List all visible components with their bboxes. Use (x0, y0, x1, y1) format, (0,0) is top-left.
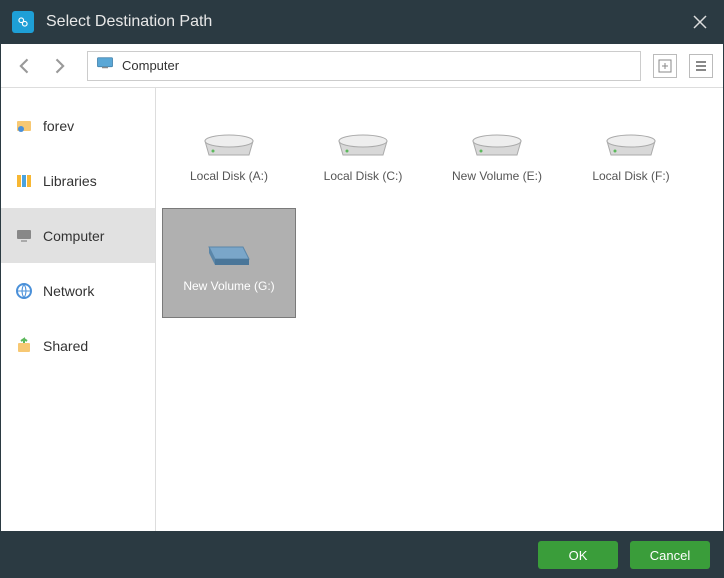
drive-label: Local Disk (A:) (190, 169, 268, 183)
sidebar-item-label: Shared (43, 338, 88, 354)
main-pane: Local Disk (A:) Local Disk (C:) New Volu… (156, 88, 723, 531)
drive-label: New Volume (E:) (452, 169, 542, 183)
drive-label: Local Disk (F:) (592, 169, 669, 183)
path-bar[interactable]: Computer (87, 51, 641, 81)
new-folder-button[interactable] (653, 54, 677, 78)
sidebar-item-label: Network (43, 283, 94, 299)
user-icon (15, 117, 33, 135)
disk-icon (467, 123, 527, 163)
sidebar-item-shared[interactable]: Shared (1, 318, 155, 373)
drive-item-selected[interactable]: New Volume (G:) (162, 208, 296, 318)
sidebar-item-network[interactable]: Network (1, 263, 155, 318)
cancel-button[interactable]: Cancel (630, 541, 710, 569)
footer: OK Cancel (0, 532, 724, 578)
window-title: Select Destination Path (46, 13, 688, 31)
path-text: Computer (122, 58, 179, 73)
sidebar-item-libraries[interactable]: Libraries (1, 153, 155, 208)
forward-button[interactable] (45, 52, 73, 80)
drive-item[interactable]: New Volume (E:) (430, 98, 564, 208)
sidebar: forev Libraries Computer Network (1, 88, 156, 531)
shared-icon (15, 337, 33, 355)
view-list-button[interactable] (689, 54, 713, 78)
drive-label: New Volume (G:) (183, 279, 274, 293)
close-button[interactable] (688, 10, 712, 34)
disk-icon (199, 123, 259, 163)
body: forev Libraries Computer Network (1, 88, 723, 531)
network-icon (15, 282, 33, 300)
libraries-icon (15, 172, 33, 190)
content-area: Computer forev Libraries (0, 44, 724, 532)
disk-icon (333, 123, 393, 163)
titlebar: Select Destination Path (0, 0, 724, 44)
sidebar-item-label: Libraries (43, 173, 97, 189)
drive-item[interactable]: Local Disk (A:) (162, 98, 296, 208)
drive-label: Local Disk (C:) (324, 169, 403, 183)
ok-button[interactable]: OK (538, 541, 618, 569)
drive-item[interactable]: Local Disk (C:) (296, 98, 430, 208)
sidebar-item-computer[interactable]: Computer (1, 208, 155, 263)
computer-icon (96, 56, 114, 75)
disk-icon (601, 123, 661, 163)
toolbar: Computer (1, 44, 723, 88)
sidebar-item-label: Computer (43, 228, 104, 244)
sidebar-item-label: forev (43, 118, 74, 134)
app-icon (12, 11, 34, 33)
sidebar-item-user[interactable]: forev (1, 98, 155, 153)
volume-icon (199, 233, 259, 273)
drive-item[interactable]: Local Disk (F:) (564, 98, 698, 208)
computer-icon (15, 227, 33, 245)
back-button[interactable] (11, 52, 39, 80)
